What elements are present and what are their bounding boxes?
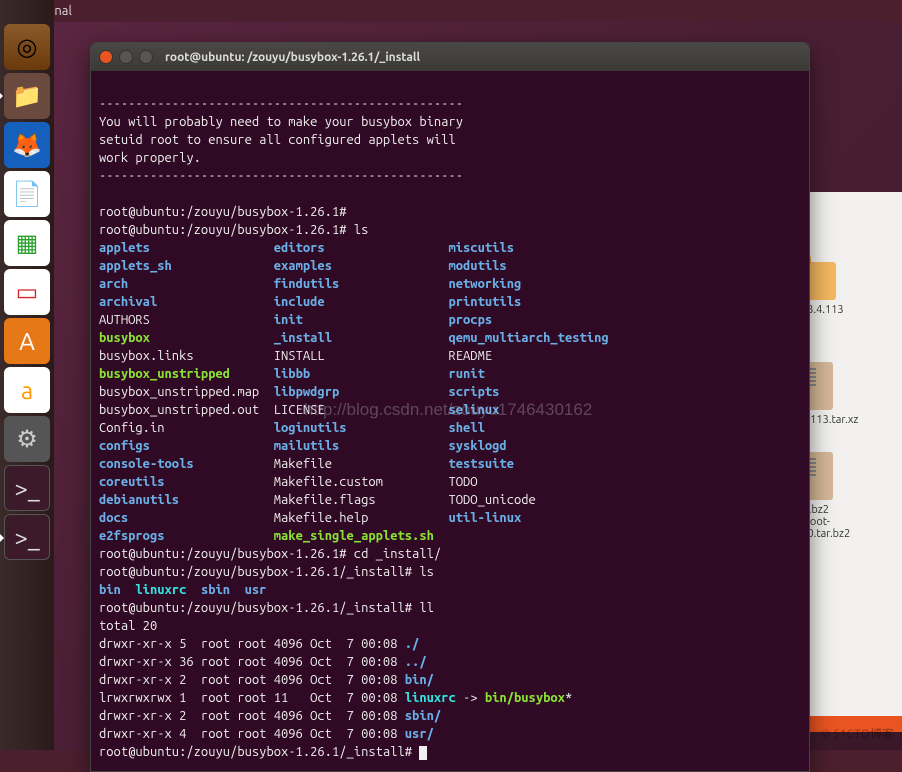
- launcher-settings[interactable]: ⚙: [4, 416, 50, 462]
- terminal-body[interactable]: ----------------------------------------…: [91, 71, 809, 771]
- launcher-firefox[interactable]: 🦊: [4, 122, 50, 168]
- maximize-button[interactable]: [139, 50, 153, 64]
- launcher-calc[interactable]: ▦: [4, 220, 50, 266]
- desktop: linux-3.4.113 linux-3.4.113.tar.xz tar.b…: [54, 22, 902, 750]
- launcher-software[interactable]: A: [4, 318, 50, 364]
- launcher-dash[interactable]: ◎: [4, 24, 50, 70]
- window-titlebar[interactable]: root@ubuntu: /zouyu/busybox-1.26.1/_inst…: [91, 43, 809, 71]
- terminal-window: root@ubuntu: /zouyu/busybox-1.26.1/_inst…: [90, 42, 810, 772]
- launcher-terminal[interactable]: >_: [4, 514, 50, 560]
- close-button[interactable]: [99, 50, 113, 64]
- blog-watermark: © 51CTO博客: [820, 725, 894, 742]
- unity-launcher: ◎ 📁 🦊 📄 ▦ ▭ A a ⚙ >_ >_: [0, 0, 54, 750]
- window-title: root@ubuntu: /zouyu/busybox-1.26.1/_inst…: [165, 51, 420, 64]
- launcher-writer[interactable]: 📄: [4, 171, 50, 217]
- minimize-button[interactable]: [119, 50, 133, 64]
- launcher-window-term[interactable]: >_: [4, 465, 50, 511]
- launcher-impress[interactable]: ▭: [4, 269, 50, 315]
- launcher-amazon[interactable]: a: [4, 367, 50, 413]
- launcher-files[interactable]: 📁: [4, 73, 50, 119]
